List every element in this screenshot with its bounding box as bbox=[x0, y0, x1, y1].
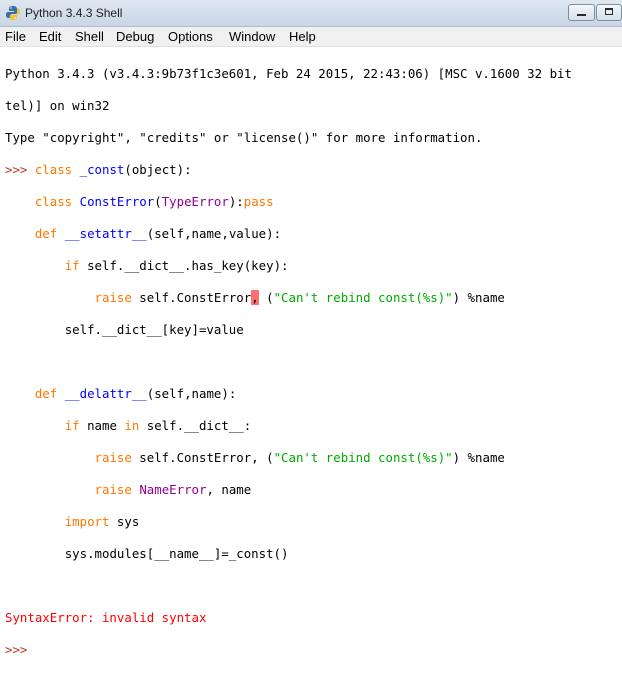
banner-line-1: Python 3.4.3 (v3.4.3:9b73f1c3e601, Feb 2… bbox=[5, 66, 572, 81]
code-line: def __setattr__(self,name,value): bbox=[34, 226, 282, 241]
menu-bar: File Edit Shell Debug Options Window Hel… bbox=[0, 27, 622, 47]
code-line: import sys bbox=[64, 514, 140, 529]
shell-output[interactable]: Python 3.4.3 (v3.4.3:9b73f1c3e601, Feb 2… bbox=[5, 50, 572, 674]
python-logo-icon bbox=[6, 6, 20, 20]
banner-line-2: tel)] on win32 bbox=[5, 98, 110, 113]
code-line: class ConstError(TypeError):pass bbox=[34, 194, 274, 209]
code-line: if self.__dict__.has_key(key): bbox=[64, 258, 289, 273]
syntax-error-marker: , bbox=[251, 290, 259, 305]
banner-line-3: Type "copyright", "credits" or "license(… bbox=[5, 130, 483, 145]
code-line: raise NameError, name bbox=[94, 482, 252, 497]
title-bar: Python 3.4.3 Shell bbox=[0, 0, 622, 27]
code-line: self.__dict__[key]=value bbox=[64, 322, 244, 337]
code-line: >>> class _const(object): bbox=[5, 162, 192, 177]
menu-help[interactable]: Help bbox=[289, 29, 316, 44]
error-message: SyntaxError: invalid syntax bbox=[5, 610, 207, 625]
code-line: raise self.ConstError, ("Can't rebind co… bbox=[94, 450, 505, 465]
window-title: Python 3.4.3 Shell bbox=[25, 6, 123, 20]
menu-shell[interactable]: Shell bbox=[75, 29, 104, 44]
menu-options[interactable]: Options bbox=[168, 29, 213, 44]
maximize-button[interactable] bbox=[596, 4, 622, 21]
menu-debug[interactable]: Debug bbox=[116, 29, 154, 44]
maximize-icon bbox=[605, 8, 613, 15]
code-line: raise self.ConstError, ("Can't rebind co… bbox=[94, 290, 505, 305]
menu-file[interactable]: File bbox=[5, 29, 26, 44]
menu-edit[interactable]: Edit bbox=[39, 29, 61, 44]
menu-window[interactable]: Window bbox=[229, 29, 275, 44]
final-prompt[interactable]: >>> bbox=[5, 642, 572, 658]
minimize-icon bbox=[577, 14, 586, 16]
shell-prompt: >>> bbox=[5, 162, 35, 177]
minimize-button[interactable] bbox=[568, 4, 595, 21]
code-line: sys.modules[__name__]=_const() bbox=[64, 546, 289, 561]
code-line: if name in self.__dict__: bbox=[64, 418, 252, 433]
code-line: def __delattr__(self,name): bbox=[34, 386, 237, 401]
